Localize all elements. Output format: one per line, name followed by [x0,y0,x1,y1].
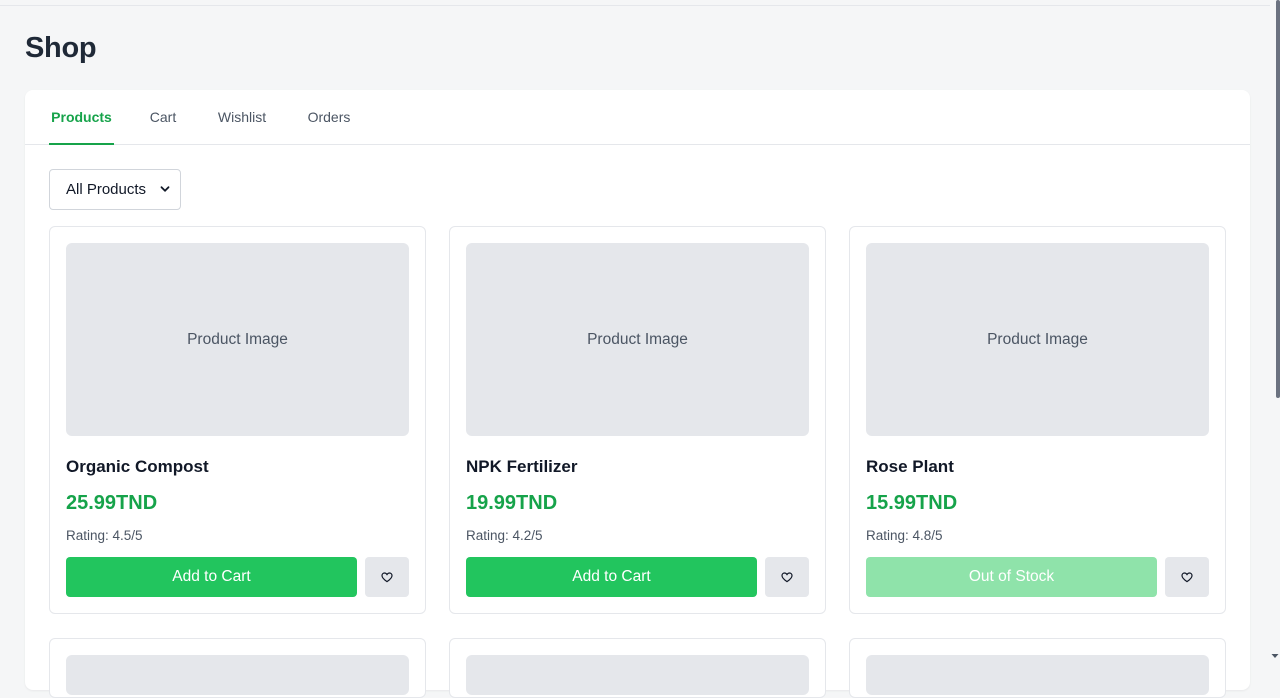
product-rating: Rating: 4.5/5 [66,528,143,543]
product-price: 15.99TND [866,492,957,515]
product-card: Product Image Rose Plant 15.99TND Rating… [849,226,1226,614]
heart-icon [1181,572,1193,583]
product-card [49,638,426,698]
product-price: 19.99TND [466,492,557,515]
add-to-cart-button[interactable]: Add to Cart [466,557,757,597]
product-card: Product Image Organic Compost 25.99TND R… [49,226,426,614]
tab-orders[interactable]: Orders [305,90,353,144]
product-image-placeholder: Product Image [866,243,1209,436]
scroll-down-arrow-icon[interactable] [1271,652,1279,660]
product-image-placeholder [466,655,809,695]
wishlist-button[interactable] [765,557,809,597]
product-name: Rose Plant [866,457,954,477]
out-of-stock-button: Out of Stock [866,557,1157,597]
wishlist-button[interactable] [365,557,409,597]
tab-products[interactable]: Products [49,90,114,145]
product-rating: Rating: 4.2/5 [466,528,543,543]
filter-selected-value: All Products [66,181,146,198]
tab-wishlist[interactable]: Wishlist [214,90,270,144]
product-name: NPK Fertilizer [466,457,577,477]
product-card [849,638,1226,698]
chevron-down-icon [160,184,170,194]
top-divider [0,5,1270,6]
tab-cart[interactable]: Cart [147,90,179,144]
tab-bar: Products Cart Wishlist Orders [25,90,1250,145]
product-image-placeholder [866,655,1209,695]
product-card: Product Image NPK Fertilizer 19.99TND Ra… [449,226,826,614]
page-title: Shop [25,32,96,65]
product-image-placeholder: Product Image [66,243,409,436]
product-image-placeholder: Product Image [466,243,809,436]
shop-panel: Products Cart Wishlist Orders All Produc… [25,90,1250,690]
product-rating: Rating: 4.8/5 [866,528,943,543]
heart-icon [781,572,793,583]
product-name: Organic Compost [66,457,209,477]
heart-icon [381,572,393,583]
add-to-cart-button[interactable]: Add to Cart [66,557,357,597]
product-price: 25.99TND [66,492,157,515]
page-scrollbar[interactable] [1276,0,1280,398]
category-filter-select[interactable]: All Products [49,169,181,210]
product-image-placeholder [66,655,409,695]
product-card [449,638,826,698]
wishlist-button[interactable] [1165,557,1209,597]
